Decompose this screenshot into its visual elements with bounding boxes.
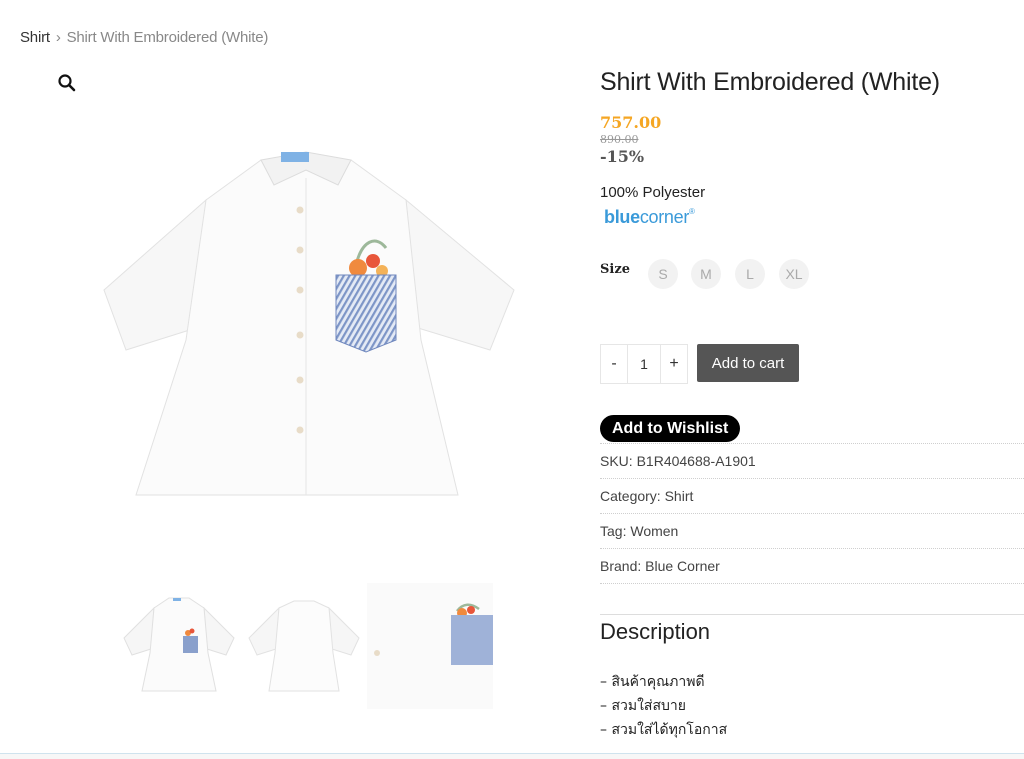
meta-category-label: Category: (600, 488, 661, 504)
product-title: Shirt With Embroidered (White) (600, 68, 940, 96)
size-option-xl[interactable]: XL (779, 259, 809, 289)
brand-logo: bluecorner® (604, 207, 695, 228)
quantity-increase-button[interactable]: + (661, 345, 687, 383)
sale-price: 757.00 (600, 113, 662, 132)
description-item: – สวมใส่ได้ทุกโอกาส (600, 722, 728, 738)
size-option-l[interactable]: L (735, 259, 765, 289)
product-thumbnail-pocket-detail[interactable] (367, 583, 493, 709)
product-thumbnail-back[interactable] (241, 583, 367, 709)
breadcrumb-current: Shirt With Embroidered (White) (66, 29, 269, 46)
description-divider (600, 614, 1024, 615)
size-option-s[interactable]: S (648, 259, 678, 289)
add-to-cart-button[interactable]: Add to cart (697, 344, 799, 382)
meta-tag-link[interactable]: Women (630, 523, 678, 539)
meta-brand: Brand: Blue Corner (600, 548, 1024, 584)
size-label: Size (600, 262, 630, 277)
description-item: – สินค้าคุณภาพดี (600, 674, 705, 690)
brand-logo-part-1: blue (604, 207, 640, 227)
meta-tag: Tag: Women (600, 513, 1024, 548)
quantity-input[interactable] (627, 345, 661, 383)
discount-badge: -15% (600, 147, 645, 166)
product-main-image[interactable] (86, 140, 526, 510)
magnifier-icon[interactable] (57, 73, 77, 93)
meta-brand-label: Brand: (600, 558, 642, 574)
material-text: 100% Polyester (600, 184, 706, 201)
breadcrumb-separator: › (55, 29, 61, 46)
meta-sku-value: B1R404688-A1901 (636, 453, 756, 469)
product-meta: SKU: B1R404688-A1901 Category: Shirt Tag… (600, 443, 1024, 584)
add-to-wishlist-button[interactable]: Add to Wishlist (600, 415, 741, 442)
meta-tag-label: Tag: (600, 523, 627, 539)
quantity-decrease-button[interactable]: - (601, 345, 627, 383)
regular-price: 890.00 (600, 133, 639, 146)
meta-brand-link[interactable]: Blue Corner (645, 558, 720, 574)
brand-logo-mark: ® (689, 207, 695, 216)
brand-logo-part-2: corner (639, 207, 690, 227)
size-option-m[interactable]: M (691, 259, 721, 289)
quantity-stepper: - + (600, 344, 688, 384)
product-thumbnail-front[interactable] (116, 583, 242, 709)
meta-sku: SKU: B1R404688-A1901 (600, 443, 1024, 478)
description-list: – สินค้าคุณภาพดี – สวมใส่สบาย – สวมใส่ได… (600, 670, 727, 742)
meta-category-link[interactable]: Shirt (665, 488, 694, 504)
meta-sku-label: SKU: (600, 453, 633, 469)
breadcrumb: Shirt › Shirt With Embroidered (White) (20, 29, 268, 46)
description-item: – สวมใส่สบาย (600, 698, 686, 714)
bottom-strip (0, 753, 1024, 759)
meta-category: Category: Shirt (600, 478, 1024, 513)
description-heading: Description (600, 619, 711, 644)
breadcrumb-link-shirt[interactable]: Shirt (20, 29, 50, 46)
